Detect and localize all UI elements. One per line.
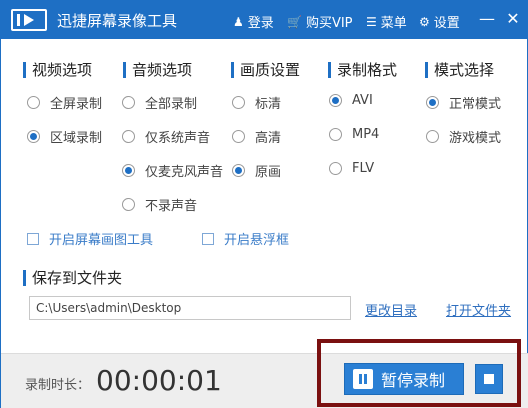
format-header: 录制格式 <box>328 59 397 80</box>
radio-icon <box>27 96 40 109</box>
radio-icon <box>122 130 135 143</box>
radio-icon <box>329 128 342 141</box>
radio-selected-icon <box>329 94 342 107</box>
radio-audio-system[interactable]: 仅系统声音 <box>122 127 210 146</box>
menu-button[interactable]: ☰ 菜单 <box>366 12 407 32</box>
radio-audio-mic[interactable]: 仅麦克风声音 <box>122 161 223 180</box>
checkbox-icon <box>202 232 214 245</box>
radio-icon <box>329 162 342 175</box>
login-button[interactable]: ♟ 登录 <box>233 12 274 32</box>
user-icon: ♟ <box>233 14 244 29</box>
radio-audio-none[interactable]: 不录声音 <box>122 195 197 214</box>
radio-icon <box>122 96 135 109</box>
radio-selected-icon <box>232 164 245 177</box>
pause-recording-label: 暂停录制 <box>381 371 446 390</box>
checkbox-icon <box>27 232 39 245</box>
radio-audio-all[interactable]: 全部录制 <box>122 93 197 112</box>
pause-icon <box>353 369 373 389</box>
close-button[interactable]: ✕ <box>503 9 523 29</box>
pause-recording-button[interactable]: 暂停录制 <box>344 363 464 395</box>
audio-options-header: 音频选项 <box>123 59 192 80</box>
mode-header: 模式选择 <box>425 59 494 80</box>
radio-quality-hd[interactable]: 高清 <box>232 127 281 146</box>
settings-button[interactable]: ⚙ 设置 <box>419 12 460 32</box>
buy-vip-button[interactable]: 🛒 购买VIP <box>287 12 353 32</box>
radio-icon <box>426 130 439 143</box>
settings-label: 设置 <box>433 16 460 31</box>
quality-settings-header: 画质设置 <box>231 59 300 80</box>
buy-vip-label: 购买VIP <box>305 16 353 31</box>
radio-icon <box>232 130 245 143</box>
app-window: 迅捷屏幕录像工具 ♟ 登录 🛒 购买VIP ☰ 菜单 ⚙ 设置 — ✕ 视频选项… <box>0 0 528 408</box>
save-path-input[interactable] <box>29 296 351 320</box>
minimize-button[interactable]: — <box>477 9 497 29</box>
open-folder-link[interactable]: 打开文件夹 <box>446 300 511 319</box>
menu-icon: ☰ <box>366 14 377 29</box>
radio-format-avi[interactable]: AVI <box>329 93 373 108</box>
app-title: 迅捷屏幕录像工具 <box>57 12 178 30</box>
radio-selected-icon <box>122 164 135 177</box>
checkbox-drawing-tool[interactable]: 开启屏幕画图工具 <box>27 229 153 248</box>
radio-format-flv[interactable]: FLV <box>329 161 374 176</box>
menu-label: 菜单 <box>380 16 407 31</box>
radio-icon <box>232 96 245 109</box>
radio-format-mp4[interactable]: MP4 <box>329 127 379 142</box>
stop-icon <box>484 374 494 384</box>
radio-selected-icon <box>27 130 40 143</box>
radio-mode-game[interactable]: 游戏模式 <box>426 127 501 146</box>
title-bar: 迅捷屏幕录像工具 ♟ 登录 🛒 购买VIP ☰ 菜单 ⚙ 设置 — ✕ <box>1 1 528 39</box>
radio-fullscreen[interactable]: 全屏录制 <box>27 93 102 112</box>
login-label: 登录 <box>247 16 274 31</box>
radio-region[interactable]: 区域录制 <box>27 127 102 146</box>
duration-value: 00:00:01 <box>96 364 222 397</box>
stop-recording-button[interactable] <box>475 364 503 394</box>
checkbox-floating-window[interactable]: 开启悬浮框 <box>202 229 289 248</box>
change-dir-link[interactable]: 更改目录 <box>365 300 417 319</box>
duration-label: 录制时长： <box>25 378 91 393</box>
cart-icon: 🛒 <box>287 14 302 29</box>
radio-selected-icon <box>426 96 439 109</box>
radio-quality-sd[interactable]: 标清 <box>232 93 281 112</box>
video-options-header: 视频选项 <box>23 59 92 80</box>
radio-icon <box>122 198 135 211</box>
radio-mode-normal[interactable]: 正常模式 <box>426 93 501 112</box>
save-folder-header: 保存到文件夹 <box>23 267 122 288</box>
radio-quality-original[interactable]: 原画 <box>232 161 281 180</box>
app-logo-icon <box>11 9 47 31</box>
gear-icon: ⚙ <box>419 14 430 29</box>
